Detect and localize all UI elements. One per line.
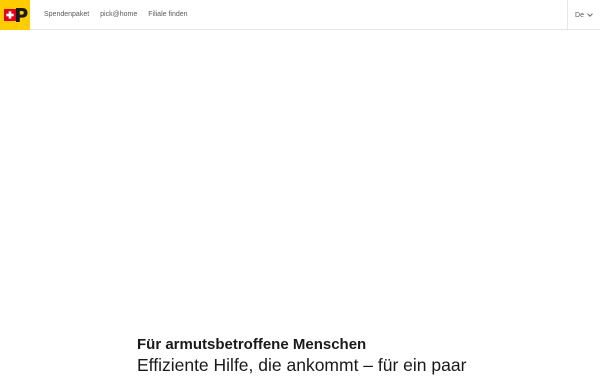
chevron-down-icon (587, 13, 593, 17)
swiss-post-logo-icon[interactable] (0, 0, 30, 30)
language-selector[interactable]: De (567, 0, 600, 30)
main-nav: Spendenpaket pick@home Filiale finden (44, 0, 199, 30)
hero-title: Für armutsbetroffene Menschen (137, 336, 367, 353)
hero-section: Für armutsbetroffene Menschen Effiziente… (137, 336, 600, 376)
post-logo-glyph (4, 8, 28, 22)
nav-item-spendenpaket[interactable]: Spendenpaket (44, 0, 89, 30)
language-label: De (575, 11, 584, 19)
nav-item-filiale-finden[interactable]: Filiale finden (148, 0, 187, 30)
nav-item-pick-at-home[interactable]: pick@home (100, 0, 137, 30)
site-header: Spendenpaket pick@home Filiale finden De (0, 0, 600, 30)
hero-subtitle: Effiziente Hilfe, die ankommt – für ein … (137, 355, 467, 375)
